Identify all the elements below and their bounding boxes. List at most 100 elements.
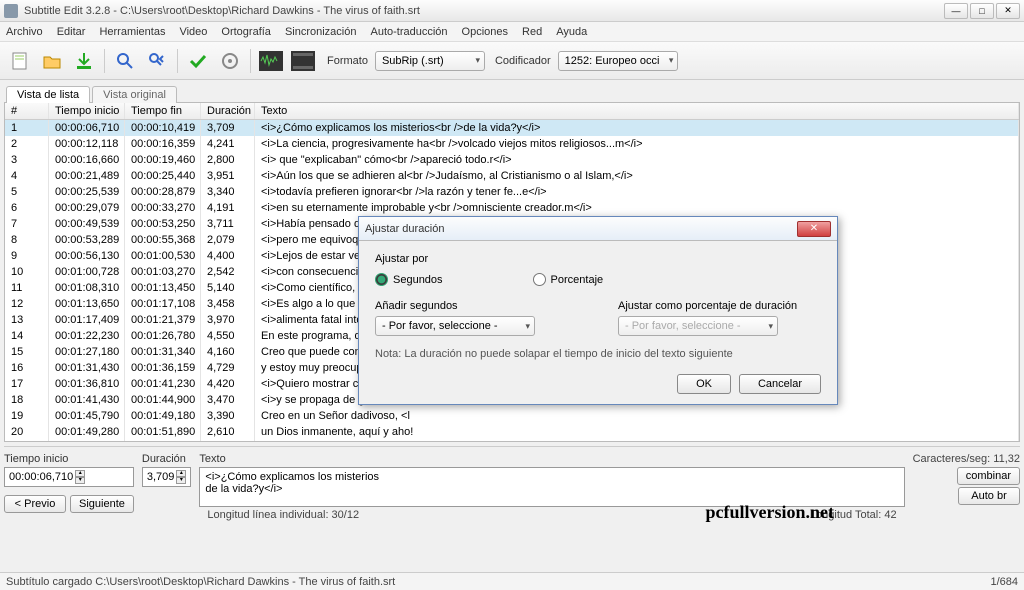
subtitle-text-area[interactable]: <i>¿Cómo explicamos los misterios de la …: [199, 467, 904, 507]
cell: 16: [5, 360, 49, 376]
adjust-percent-label: Ajustar como porcentaje de duración: [618, 300, 821, 312]
cell: 00:01:49,180: [125, 408, 201, 424]
table-row[interactable]: 1900:01:45,79000:01:49,1803,390Creo en u…: [5, 408, 1019, 424]
prev-button[interactable]: < Previo: [4, 495, 66, 513]
adjust-percent-combo: - Por favor, seleccione -: [618, 316, 778, 336]
spin-up-icon[interactable]: ▴: [176, 470, 186, 477]
cell: un Dios inmanente, aquí y aho!: [255, 424, 1019, 440]
cell: 4,191: [201, 200, 255, 216]
table-row[interactable]: 2100:01:52,31900:01:55,2182,899<i>Quiero…: [5, 440, 1019, 441]
cell: 3,709: [201, 120, 255, 136]
minimize-button[interactable]: —: [944, 3, 968, 19]
cell: 3,340: [201, 184, 255, 200]
cell: 3,970: [201, 312, 255, 328]
table-row[interactable]: 100:00:06,71000:00:10,4193,709<i>¿Cómo e…: [5, 120, 1019, 136]
cell: 4,420: [201, 376, 255, 392]
chars-per-sec: Caracteres/seg: 11,32: [913, 453, 1020, 465]
menu-sincronizacion[interactable]: Sincronización: [285, 26, 357, 38]
waveform-icon[interactable]: [257, 47, 285, 75]
cell: 00:00:06,710: [49, 120, 125, 136]
add-seconds-combo[interactable]: - Por favor, seleccione -: [375, 316, 535, 336]
duration-input[interactable]: 3,709 ▴▾: [142, 467, 192, 487]
cell: 20: [5, 424, 49, 440]
table-row[interactable]: 400:00:21,48900:00:25,4403,951<i>Aún los…: [5, 168, 1019, 184]
replace-icon[interactable]: [143, 47, 171, 75]
cell: <i>todavía prefieren ignorar<br />la raz…: [255, 184, 1019, 200]
menu-opciones[interactable]: Opciones: [462, 26, 508, 38]
menu-ayuda[interactable]: Ayuda: [556, 26, 587, 38]
cell: 3,458: [201, 296, 255, 312]
menu-video[interactable]: Video: [179, 26, 207, 38]
cancel-button[interactable]: Cancelar: [739, 374, 821, 394]
cell: 00:01:08,310: [49, 280, 125, 296]
video-icon[interactable]: [289, 47, 317, 75]
col-index[interactable]: #: [5, 103, 49, 119]
cell: 9: [5, 248, 49, 264]
spin-up-icon[interactable]: ▴: [75, 470, 85, 477]
text-field-label: Texto: [199, 453, 904, 465]
cell: 5,140: [201, 280, 255, 296]
ok-button[interactable]: OK: [677, 374, 731, 394]
cell: 17: [5, 376, 49, 392]
next-button[interactable]: Siguiente: [70, 495, 134, 513]
duration-value: 3,709: [147, 471, 175, 483]
cell: 4,160: [201, 344, 255, 360]
close-button[interactable]: ✕: [996, 3, 1020, 19]
radio-seconds[interactable]: Segundos: [375, 273, 443, 286]
cell: <i> que "explicaban" cómo<br />apareció …: [255, 152, 1019, 168]
cell: 00:00:53,250: [125, 216, 201, 232]
col-duration[interactable]: Duración: [201, 103, 255, 119]
cell: 00:00:49,539: [49, 216, 125, 232]
tab-original-view[interactable]: Vista original: [92, 86, 177, 103]
cell: 3,711: [201, 216, 255, 232]
cell: 3,951: [201, 168, 255, 184]
dialog-close-icon[interactable]: ✕: [797, 221, 831, 237]
cell: 3: [5, 152, 49, 168]
cell: 7: [5, 216, 49, 232]
start-time-input[interactable]: 00:00:06,710 ▴▾: [4, 467, 134, 487]
auto-br-button[interactable]: Auto br: [958, 487, 1020, 505]
cell: 00:01:22,230: [49, 328, 125, 344]
menu-herramientas[interactable]: Herramientas: [99, 26, 165, 38]
table-row[interactable]: 2000:01:49,28000:01:51,8902,610un Dios i…: [5, 424, 1019, 440]
menu-archivo[interactable]: Archivo: [6, 26, 43, 38]
cell: <i>¿Cómo explicamos los misterios<br />d…: [255, 120, 1019, 136]
maximize-button[interactable]: □: [970, 3, 994, 19]
format-combo[interactable]: SubRip (.srt): [375, 51, 485, 71]
col-end[interactable]: Tiempo fin: [125, 103, 201, 119]
menu-red[interactable]: Red: [522, 26, 542, 38]
new-file-icon[interactable]: [6, 47, 34, 75]
radio-percent-label: Porcentaje: [551, 274, 604, 286]
duration-field-label: Duración: [142, 453, 192, 465]
total-length: Longitud Total: 42: [810, 509, 897, 521]
check-icon[interactable]: [184, 47, 212, 75]
cell: 00:01:55,218: [125, 440, 201, 441]
menu-auto-traduccion[interactable]: Auto-traducción: [370, 26, 447, 38]
encoder-combo[interactable]: 1252: Europeo occi: [558, 51, 679, 71]
table-row[interactable]: 200:00:12,11800:00:16,3594,241<i>La cien…: [5, 136, 1019, 152]
cell: <i>Quiero preguntar si deberían<br />ens…: [255, 440, 1019, 441]
table-row[interactable]: 600:00:29,07900:00:33,2704,191<i>en su e…: [5, 200, 1019, 216]
col-start[interactable]: Tiempo inicio: [49, 103, 125, 119]
menu-bar: Archivo Editar Herramientas Video Ortogr…: [0, 22, 1024, 42]
radio-percent[interactable]: Porcentaje: [533, 273, 604, 286]
cell: 00:01:49,280: [49, 424, 125, 440]
save-file-icon[interactable]: [70, 47, 98, 75]
cell: 00:01:31,340: [125, 344, 201, 360]
open-file-icon[interactable]: [38, 47, 66, 75]
menu-editar[interactable]: Editar: [57, 26, 86, 38]
menu-ortografia[interactable]: Ortografía: [221, 26, 271, 38]
cell: 4,550: [201, 328, 255, 344]
adjust-by-label: Ajustar por: [375, 253, 821, 265]
table-row[interactable]: 500:00:25,53900:00:28,8793,340<i>todavía…: [5, 184, 1019, 200]
table-row[interactable]: 300:00:16,66000:00:19,4602,800<i> que "e…: [5, 152, 1019, 168]
col-text[interactable]: Texto: [255, 103, 1019, 119]
spin-down-icon[interactable]: ▾: [176, 477, 186, 484]
combine-button[interactable]: combinar: [957, 467, 1020, 485]
cell: 00:00:25,539: [49, 184, 125, 200]
search-icon[interactable]: [111, 47, 139, 75]
tab-list-view[interactable]: Vista de lista: [6, 86, 90, 103]
spin-down-icon[interactable]: ▾: [75, 477, 85, 484]
settings-icon[interactable]: [216, 47, 244, 75]
cell: 3,470: [201, 392, 255, 408]
